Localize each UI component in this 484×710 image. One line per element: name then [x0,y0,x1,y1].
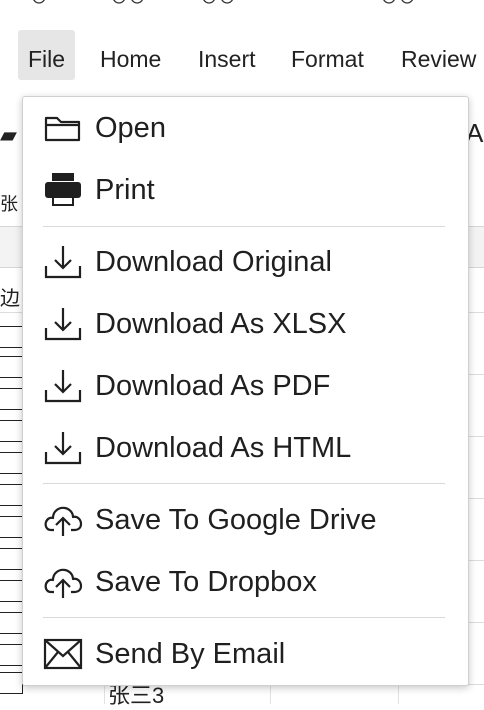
file-menu-dropdown: Open Print Download Original Download As… [22,96,469,686]
menu-item-label: Open [95,112,166,144]
menu-item-open[interactable]: Open [23,99,468,157]
menu-home[interactable]: Home [88,30,173,80]
menu-item-download-xlsx[interactable]: Download As XLSX [23,295,468,353]
menu-item-download-original[interactable]: Download Original [23,233,468,291]
menu-item-download-html[interactable]: Download As HTML [23,419,468,477]
top-strip: ○ ○○ ○○ _ ○○ [0,0,484,10]
checkbox-cell[interactable] [0,516,23,538]
menu-item-label: Save To Dropbox [95,566,317,598]
menu-item-label: Send By Email [95,638,286,670]
printer-icon [43,170,83,210]
toolbar-icon-left[interactable]: ▰ [0,122,17,148]
menu-item-send-email[interactable]: Send By Email [23,625,468,683]
menu-item-label: Download As XLSX [95,308,347,340]
checkbox-cell[interactable] [0,420,23,442]
menu-item-label: Download As HTML [95,432,352,464]
menu-format[interactable]: Format [279,30,376,80]
menu-item-label: Download Original [95,246,332,278]
download-icon [43,366,83,406]
checkbox-cell[interactable] [0,484,23,506]
download-icon [43,304,83,344]
download-icon [43,428,83,468]
checkbox-cell[interactable] [0,326,23,348]
checkbox-cell[interactable] [0,612,23,634]
checkbox-cell[interactable] [0,356,23,378]
menu-item-label: Download As PDF [95,370,331,402]
checkbox-cell[interactable] [0,580,23,602]
toolbar-glyph: ○○ [380,0,416,10]
toolbar-glyph: ○ [30,0,48,10]
menu-item-download-pdf[interactable]: Download As PDF [23,357,468,415]
toolbar-glyph: ○○ [200,0,236,10]
checkbox-cell[interactable] [0,548,23,570]
cell-text: 边 [0,288,20,310]
menu-item-save-dropbox[interactable]: Save To Dropbox [23,553,468,611]
cell-text: 张 [0,194,18,214]
menubar: File Home Insert Format Review [0,28,484,84]
menu-separator [43,226,445,227]
cloud-upload-icon [43,562,83,602]
menu-separator [43,483,445,484]
checkbox-cell[interactable] [0,452,23,474]
folder-icon [43,108,83,148]
cloud-upload-icon [43,500,83,540]
menu-item-print[interactable]: Print [23,161,468,219]
menu-item-save-google-drive[interactable]: Save To Google Drive [23,491,468,549]
menu-separator [43,617,445,618]
menu-insert[interactable]: Insert [186,30,268,80]
checkbox-cell[interactable] [0,672,23,694]
menu-item-label: Save To Google Drive [95,504,377,536]
menu-item-label: Print [95,174,155,206]
toolbar-glyph: _ [290,0,307,10]
checkbox-cell[interactable] [0,388,23,410]
checkbox-cell[interactable] [0,644,23,666]
download-icon [43,242,83,282]
menu-review[interactable]: Review [389,30,484,80]
envelope-icon [43,634,83,674]
menu-file[interactable]: File [18,30,75,80]
toolbar-glyph: ○○ [110,0,146,10]
